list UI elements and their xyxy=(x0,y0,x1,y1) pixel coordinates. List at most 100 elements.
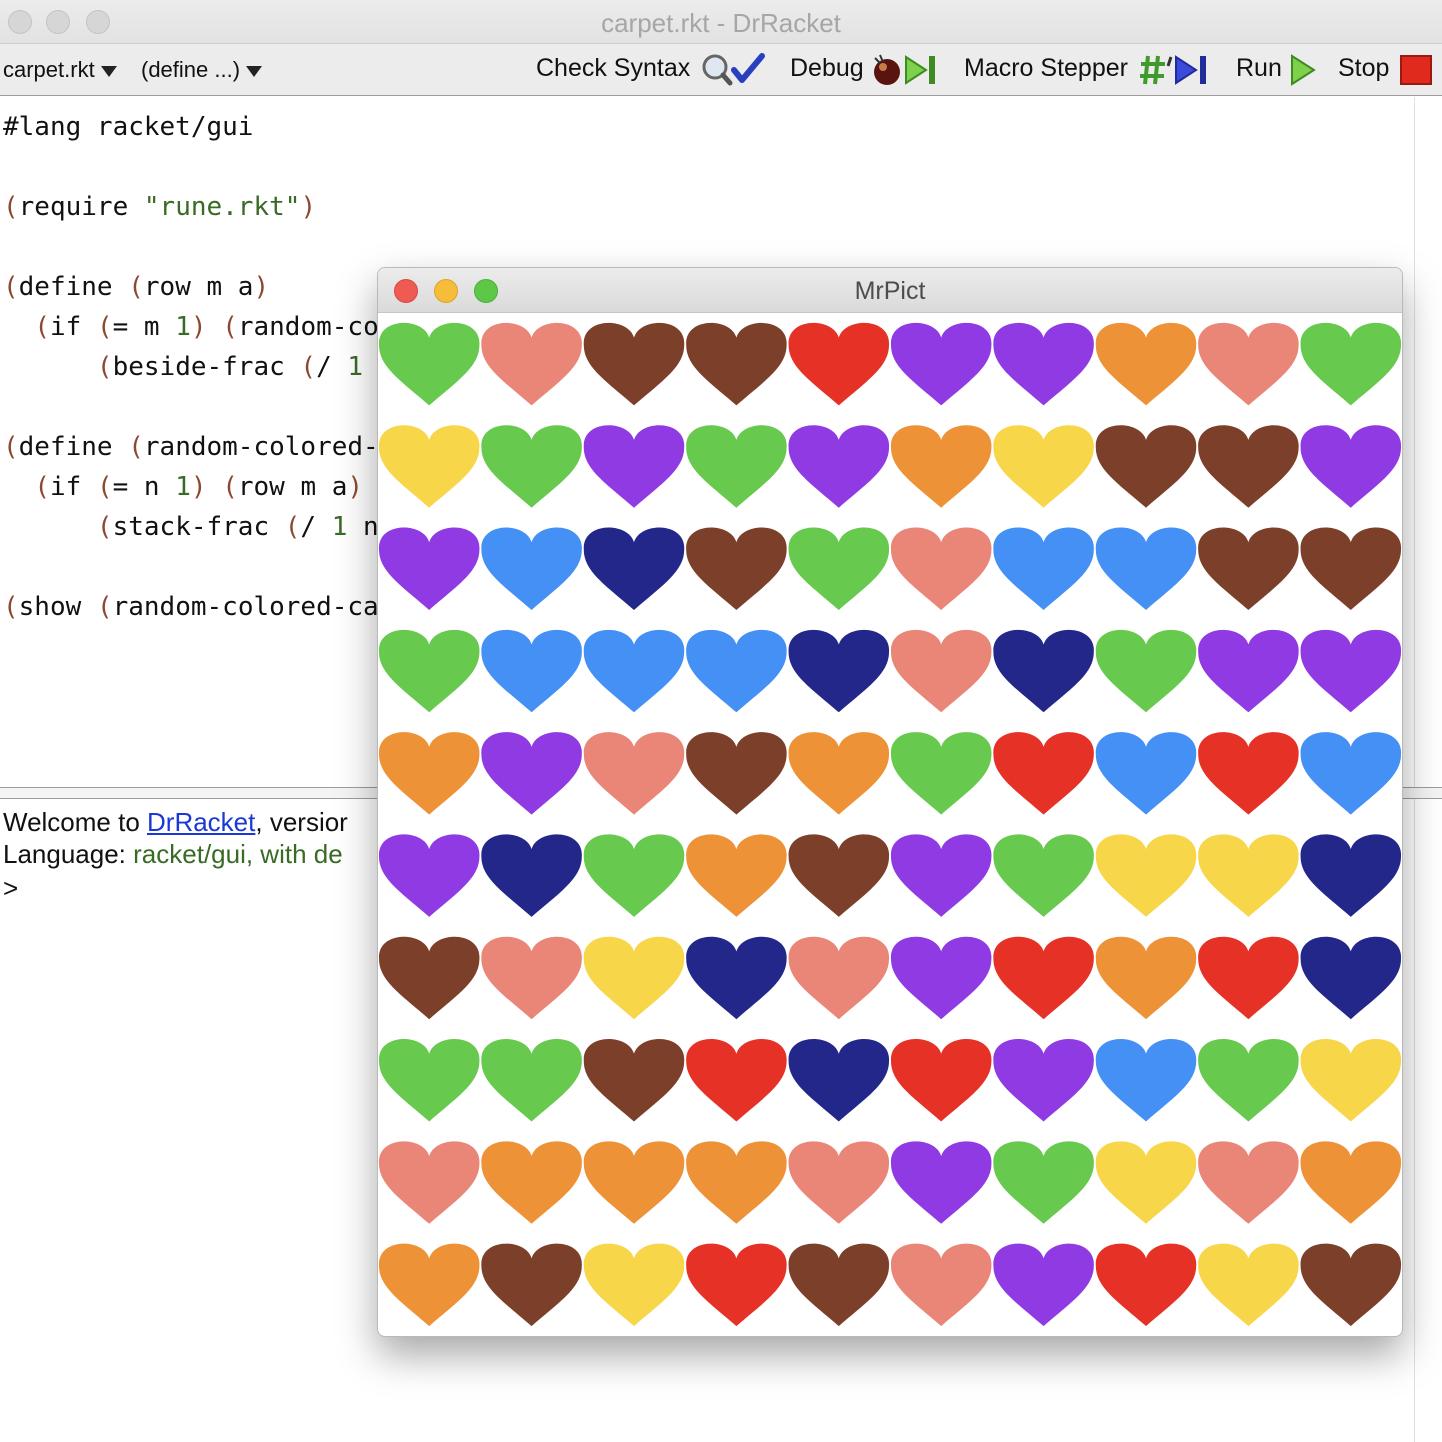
heart-0-4 xyxy=(788,322,890,406)
heart-2-1 xyxy=(481,527,582,610)
heart-2-9 xyxy=(1300,527,1402,610)
heart-3-0 xyxy=(378,629,480,713)
heart-2-3 xyxy=(686,527,787,610)
macro-stepper-icon xyxy=(1140,55,1206,85)
heart-3-4 xyxy=(788,629,890,713)
heart-9-0 xyxy=(378,1243,480,1327)
run-button[interactable]: Run xyxy=(1236,54,1282,83)
code-line: (if (= n 1) (row m a) xyxy=(34,472,364,502)
heart-6-6 xyxy=(993,936,1094,1020)
heart-1-1 xyxy=(481,425,582,508)
check-syntax-button[interactable]: Check Syntax xyxy=(536,54,690,83)
heart-8-2 xyxy=(583,1141,685,1224)
heart-1-2 xyxy=(583,425,685,508)
heart-1-8 xyxy=(1198,425,1299,508)
heart-2-8 xyxy=(1198,527,1299,610)
heart-5-3 xyxy=(686,834,787,917)
mrpict-title: MrPict xyxy=(854,277,926,305)
heart-3-9 xyxy=(1300,629,1402,713)
heart-3-8 xyxy=(1198,629,1299,713)
heart-5-2 xyxy=(583,834,685,917)
drracket-link[interactable]: DrRacket xyxy=(147,807,255,837)
code-line: (if (= m 1) (random-co xyxy=(34,312,379,342)
heart-7-0 xyxy=(378,1039,480,1122)
heart-1-4 xyxy=(788,425,890,508)
debug-bug-icon xyxy=(874,54,935,85)
code-line: #lang racket/gui xyxy=(3,112,254,142)
heart-5-4 xyxy=(788,834,890,917)
language-label: Language: xyxy=(3,839,134,869)
heart-0-7 xyxy=(1095,322,1197,406)
heart-0-9 xyxy=(1300,322,1402,406)
debug-button[interactable]: Debug xyxy=(790,54,864,83)
run-play-icon xyxy=(1291,54,1316,86)
heart-8-9 xyxy=(1300,1141,1402,1224)
heart-2-4 xyxy=(788,527,890,610)
heart-7-5 xyxy=(890,1039,992,1122)
heart-2-6 xyxy=(993,527,1094,610)
mrpict-window: MrPict xyxy=(377,267,1403,1337)
welcome-line: Welcome to DrRacket, versior xyxy=(3,806,348,838)
heart-0-8 xyxy=(1198,322,1299,406)
heart-9-4 xyxy=(788,1243,890,1327)
heart-4-8 xyxy=(1198,732,1299,815)
heart-9-5 xyxy=(890,1243,992,1327)
heart-2-2 xyxy=(583,527,685,610)
heart-3-3 xyxy=(686,629,787,713)
heart-8-6 xyxy=(993,1141,1094,1224)
heart-5-8 xyxy=(1198,834,1299,917)
run-label: Run xyxy=(1236,54,1282,82)
heart-4-0 xyxy=(378,732,480,815)
mrpict-titlebar[interactable]: MrPict xyxy=(378,268,1402,313)
heart-1-5 xyxy=(890,425,992,508)
code-line: (define (random-colored- xyxy=(3,432,379,462)
heart-5-9 xyxy=(1300,834,1402,917)
heart-7-7 xyxy=(1095,1039,1197,1122)
heart-8-8 xyxy=(1198,1141,1299,1224)
welcome-prefix: Welcome to xyxy=(3,807,148,837)
heart-1-7 xyxy=(1095,425,1197,508)
macro-stepper-label: Macro Stepper xyxy=(964,54,1128,82)
define-menu-label: (define ...) xyxy=(141,57,241,82)
code-line: (define (row m a) xyxy=(3,272,270,302)
heart-3-7 xyxy=(1095,629,1197,713)
debug-label: Debug xyxy=(790,54,864,82)
heart-6-8 xyxy=(1198,936,1299,1020)
heart-7-8 xyxy=(1198,1039,1299,1122)
heart-3-6 xyxy=(993,629,1094,713)
chevron-down-icon xyxy=(100,65,117,77)
stop-square-icon xyxy=(1400,55,1432,85)
stop-button[interactable]: Stop xyxy=(1338,54,1389,83)
heart-5-0 xyxy=(378,834,480,917)
heart-9-1 xyxy=(481,1243,582,1327)
macro-stepper-button[interactable]: Macro Stepper xyxy=(964,54,1128,83)
heart-4-3 xyxy=(686,732,787,815)
heart-4-2 xyxy=(583,732,685,815)
language-value: racket/gui, with de xyxy=(133,839,343,869)
heart-7-6 xyxy=(993,1039,1094,1122)
heart-5-6 xyxy=(993,834,1094,917)
heart-8-1 xyxy=(481,1141,582,1224)
heart-4-4 xyxy=(788,732,890,815)
heart-1-0 xyxy=(378,425,480,508)
toolbar: carpet.rkt (define ...) Check Syntax Deb… xyxy=(0,44,1442,96)
define-menu[interactable]: (define ...) xyxy=(141,57,263,83)
heart-8-7 xyxy=(1095,1141,1197,1224)
magnifier-check-icon xyxy=(702,53,765,86)
heart-8-0 xyxy=(378,1141,480,1224)
stop-label: Stop xyxy=(1338,54,1390,82)
heart-0-6 xyxy=(993,322,1094,406)
heart-4-1 xyxy=(481,732,582,815)
language-line: Language: racket/gui, with de xyxy=(3,838,343,870)
heart-1-3 xyxy=(686,425,787,508)
check-syntax-label: Check Syntax xyxy=(536,54,691,82)
window-title: carpet.rkt - DrRacket xyxy=(601,8,841,38)
heart-6-9 xyxy=(1300,936,1402,1020)
heart-6-1 xyxy=(481,936,582,1020)
repl-prompt[interactable]: > xyxy=(3,872,18,904)
code-line: (show (random-colored-ca xyxy=(3,592,379,622)
file-menu[interactable]: carpet.rkt xyxy=(3,57,117,83)
heart-carpet-image xyxy=(378,322,1402,1327)
vertical-scrollbar[interactable] xyxy=(1414,97,1442,1442)
heart-8-5 xyxy=(890,1141,992,1224)
